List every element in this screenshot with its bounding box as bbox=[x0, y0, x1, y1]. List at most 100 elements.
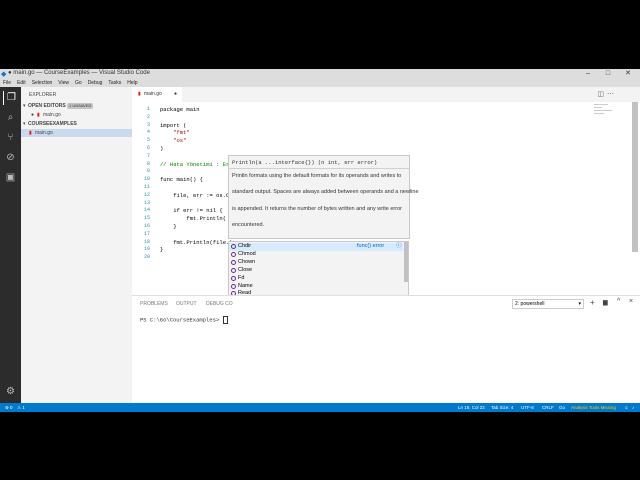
close-icon[interactable]: ● bbox=[31, 111, 34, 119]
smiley-icon[interactable]: ☺ bbox=[624, 403, 629, 412]
code-line: func main() { bbox=[160, 176, 203, 184]
line-number: 2 bbox=[146, 113, 150, 120]
line-number: 1 bbox=[146, 106, 150, 112]
menu-help[interactable]: Help bbox=[124, 79, 140, 87]
tab-size[interactable]: Tab Size: 4 bbox=[491, 403, 513, 412]
cursor-position[interactable]: Ln 18, Col 22 bbox=[458, 403, 485, 412]
more-actions-icon[interactable]: ⋯ bbox=[607, 90, 614, 98]
analysis-tools-warning[interactable]: Analysis Tools Missing bbox=[571, 403, 616, 412]
language-mode[interactable]: Go bbox=[559, 403, 565, 412]
line-ending[interactable]: CRLF bbox=[542, 403, 554, 412]
open-editor-label: main.go bbox=[43, 112, 61, 118]
bell-icon[interactable]: ♪ bbox=[632, 403, 634, 412]
menu-file[interactable]: File bbox=[0, 79, 14, 87]
menu-bar: File Edit Selection View Go Debug Tasks … bbox=[0, 79, 640, 87]
debug-icon[interactable]: ⊘ bbox=[3, 151, 18, 165]
explorer-icon[interactable]: ❐ bbox=[3, 91, 19, 105]
tab-output[interactable]: OUTPUT bbox=[176, 301, 197, 307]
vscode-window: ◆ ● main.go — CourseExamples — Visual St… bbox=[0, 69, 640, 412]
method-icon bbox=[231, 251, 236, 257]
window-controls: – □ ✕ bbox=[578, 69, 638, 79]
code-line: // Hata Yönetimi : Er bbox=[160, 160, 230, 168]
vscode-logo-icon: ◆ bbox=[1, 71, 7, 78]
hover-doc-line: standard output. Spaces are always added… bbox=[232, 189, 419, 195]
suggest-item[interactable]: Chown bbox=[229, 259, 403, 267]
code-line: if err != nil { bbox=[160, 207, 223, 215]
split-editor-icon[interactable]: ◫ bbox=[597, 90, 604, 98]
code-line: ) bbox=[160, 145, 164, 152]
chevron-down-icon: ▾ bbox=[578, 301, 581, 307]
suggest-scrollbar[interactable] bbox=[404, 242, 408, 282]
project-file-item[interactable]: ▮ main.go bbox=[21, 129, 132, 137]
menu-selection[interactable]: Selection bbox=[29, 79, 56, 87]
suggest-item-label: Fd bbox=[238, 274, 245, 281]
line-number: 4 bbox=[146, 129, 150, 136]
suggest-item[interactable]: Fd bbox=[229, 275, 403, 283]
search-icon[interactable]: ⌕ bbox=[3, 111, 18, 125]
line-number: 5 bbox=[146, 137, 150, 144]
open-editors-label: OPEN EDITORS bbox=[28, 103, 66, 109]
menu-go[interactable]: Go bbox=[72, 79, 85, 87]
suggest-item[interactable]: Chdir func() error ⓘ bbox=[229, 243, 403, 251]
terminal-select-value: 2: powershell bbox=[515, 301, 545, 307]
method-icon bbox=[231, 283, 236, 289]
go-file-icon: ▮ bbox=[138, 91, 141, 97]
menu-view[interactable]: View bbox=[55, 79, 72, 87]
line-number: 18 bbox=[143, 238, 150, 245]
code-line: import ( bbox=[160, 121, 187, 129]
suggest-item-label: Chown bbox=[238, 258, 256, 265]
title-bar: ◆ ● main.go — CourseExamples — Visual St… bbox=[0, 69, 640, 79]
maximize-panel-icon[interactable]: ^ bbox=[617, 298, 620, 305]
line-number: 3 bbox=[146, 121, 150, 128]
editor-tabs: ▮ main.go ● ◫ ⋯ bbox=[132, 87, 640, 102]
close-button[interactable]: ✕ bbox=[618, 69, 638, 79]
source-control-icon[interactable]: ⑂ bbox=[3, 131, 18, 145]
code-line: fmt.Println(file.) bbox=[160, 238, 233, 246]
method-icon bbox=[231, 259, 236, 265]
open-editors-section[interactable]: ▾ OPEN EDITORS 1 UNSAVED bbox=[21, 102, 132, 110]
add-terminal-icon[interactable]: + bbox=[590, 298, 595, 307]
tab-main-go[interactable]: ▮ main.go ● bbox=[132, 87, 182, 102]
tab-debug-console[interactable]: DEBUG CO bbox=[206, 301, 233, 307]
suggest-detail: func() error bbox=[357, 243, 385, 249]
project-section[interactable]: ▾ COURSEEXAMPLES bbox=[21, 120, 132, 128]
hover-tooltip: Println(a ...interface{}) (n int, err er… bbox=[228, 155, 419, 239]
activity-bar: ❐ ⌕ ⑂ ⊘ ▣ ⚙ bbox=[0, 87, 21, 403]
dirty-indicator[interactable]: ● bbox=[174, 87, 177, 102]
hover-doc-line: encountered. bbox=[232, 222, 265, 228]
extensions-icon[interactable]: ▣ bbox=[3, 171, 18, 185]
code-line: file, err := os.O bbox=[160, 191, 230, 199]
line-number: 17 bbox=[143, 230, 150, 237]
encoding[interactable]: UTF-8 bbox=[521, 403, 534, 412]
line-number: 12 bbox=[143, 191, 150, 198]
suggest-item[interactable]: Name bbox=[229, 283, 403, 291]
menu-tasks[interactable]: Tasks bbox=[105, 79, 124, 87]
go-file-icon: ▮ bbox=[37, 112, 40, 118]
warnings-count[interactable]: ⚠ 1 bbox=[17, 403, 25, 412]
close-panel-icon[interactable]: × bbox=[629, 298, 633, 305]
line-number: 11 bbox=[143, 184, 150, 190]
suggest-item[interactable]: Chmod bbox=[229, 251, 403, 259]
unsaved-badge: 1 UNSAVED bbox=[67, 103, 94, 109]
line-number: 10 bbox=[143, 176, 150, 183]
gear-icon[interactable]: ⚙ bbox=[3, 385, 18, 399]
sidebar-header: EXPLORER bbox=[29, 92, 57, 98]
menu-edit[interactable]: Edit bbox=[14, 79, 29, 87]
terminal-select[interactable]: 2: powershell ▾ bbox=[512, 299, 584, 309]
method-icon bbox=[231, 275, 236, 281]
maximize-button[interactable]: □ bbox=[598, 69, 618, 79]
editor-scrollbar[interactable] bbox=[632, 102, 638, 252]
open-editor-item[interactable]: ● ▮ main.go bbox=[21, 111, 132, 119]
code-line: fmt.Println( bbox=[160, 215, 227, 223]
errors-count[interactable]: ⊗ 0 bbox=[5, 403, 13, 412]
hover-divider bbox=[229, 168, 409, 169]
terminal-prompt[interactable]: PS C:\Go\CourseExamples> bbox=[140, 316, 228, 324]
menu-debug[interactable]: Debug bbox=[85, 79, 106, 87]
trash-icon[interactable]: ▆ bbox=[603, 299, 608, 306]
go-file-icon: ▮ bbox=[29, 130, 32, 136]
tab-problems[interactable]: PROBLEMS bbox=[140, 301, 168, 307]
minimize-button[interactable]: – bbox=[578, 69, 598, 79]
info-icon[interactable]: ⓘ bbox=[396, 243, 402, 251]
suggest-item[interactable]: Close bbox=[229, 267, 403, 275]
minimap[interactable] bbox=[594, 102, 624, 122]
